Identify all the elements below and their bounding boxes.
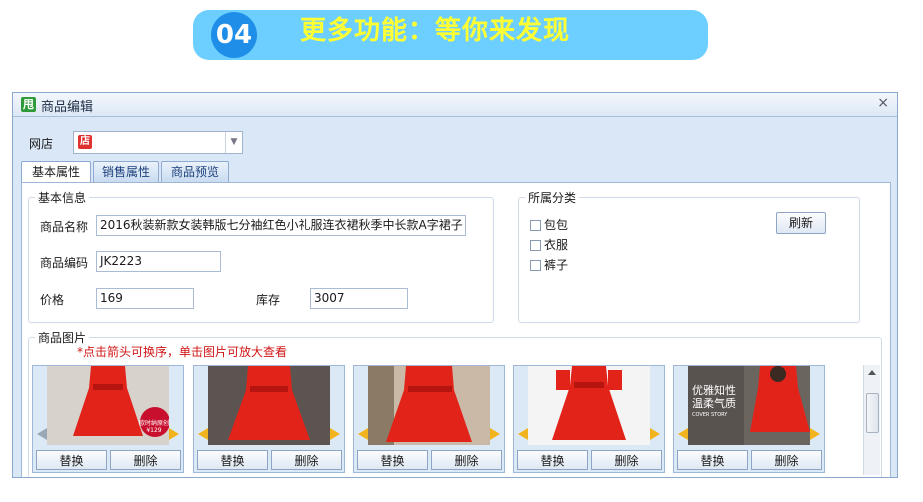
category-item-clothes[interactable]: 衣服 <box>530 236 568 253</box>
move-right-icon[interactable] <box>169 428 179 440</box>
move-right-icon[interactable] <box>330 428 340 440</box>
app-icon: 甩 <box>21 97 36 112</box>
photo-badge-text: 欧时纳原创 ¥129 <box>139 420 170 434</box>
replace-button[interactable]: 替换 <box>357 450 428 470</box>
replace-button[interactable]: 替换 <box>677 450 748 470</box>
shop-icon: 店 <box>78 135 92 149</box>
move-left-icon[interactable] <box>37 428 47 440</box>
banner-number-badge: 04 <box>211 12 257 58</box>
checkbox[interactable] <box>530 220 541 231</box>
shop-label: 网店 <box>29 137 54 151</box>
window-title: 商品编辑 <box>41 100 94 115</box>
image-thumb-3: 替换 删除 <box>353 365 505 473</box>
chevron-down-icon[interactable]: ▼ <box>225 132 242 153</box>
category-group: 所属分类 <box>518 189 860 323</box>
replace-button[interactable]: 替换 <box>197 450 268 470</box>
delete-button[interactable]: 删除 <box>431 450 502 470</box>
basic-info-legend: 基本信息 <box>38 191 87 205</box>
scroll-up-icon[interactable] <box>868 370 876 375</box>
photo-caption: 优雅知性 温柔气质 <box>692 384 736 410</box>
scrollbar-thumb[interactable] <box>866 393 879 433</box>
replace-button[interactable]: 替换 <box>517 450 588 470</box>
image-thumb-2: 替换 删除 <box>193 365 345 473</box>
refresh-button[interactable]: 刷新 <box>776 212 826 234</box>
promo-banner: 04 更多功能：等你来发现 <box>193 10 708 60</box>
checkbox[interactable] <box>530 260 541 271</box>
code-label: 商品编码 <box>40 256 89 270</box>
product-photo[interactable] <box>208 366 330 445</box>
images-scrollbar[interactable] <box>863 365 880 475</box>
price-input[interactable]: 169 <box>96 288 194 309</box>
delete-button[interactable]: 删除 <box>271 450 342 470</box>
delete-button[interactable]: 删除 <box>591 450 662 470</box>
image-thumb-4: 替换 删除 <box>513 365 665 473</box>
move-right-icon[interactable] <box>490 428 500 440</box>
shop-select[interactable]: 店 ▼ <box>73 131 243 154</box>
checkbox[interactable] <box>530 240 541 251</box>
move-left-icon[interactable] <box>358 428 368 440</box>
move-right-icon[interactable] <box>810 428 820 440</box>
product-edit-window: 甩 商品编辑 × 网店 店 ▼ 基本属性 销售属性 商品预览 基本信息 商品名称… <box>12 92 898 478</box>
banner-title: 更多功能：等你来发现 <box>300 16 571 46</box>
product-photo[interactable] <box>528 366 650 445</box>
price-label: 价格 <box>40 293 65 307</box>
stock-label: 库存 <box>256 293 281 307</box>
move-left-icon[interactable] <box>678 428 688 440</box>
image-thumb-1: 欧时纳原创 ¥129 替换 删除 <box>32 365 184 473</box>
delete-button[interactable]: 删除 <box>751 450 822 470</box>
product-photo[interactable] <box>368 366 490 445</box>
category-label: 裤子 <box>544 258 569 272</box>
tab-product-preview[interactable]: 商品预览 <box>161 161 229 182</box>
move-left-icon[interactable] <box>518 428 528 440</box>
move-left-icon[interactable] <box>198 428 208 440</box>
product-code-input[interactable]: JK2223 <box>96 251 221 272</box>
category-legend: 所属分类 <box>528 191 577 205</box>
images-hint: *点击箭头可换序，单击图片可放大查看 <box>77 345 288 359</box>
category-label: 包包 <box>544 218 569 232</box>
delete-button[interactable]: 删除 <box>110 450 181 470</box>
replace-button[interactable]: 替换 <box>36 450 107 470</box>
photo-caption-sub: COVER STORY <box>692 412 728 418</box>
window-titlebar: 甩 商品编辑 × <box>13 93 897 117</box>
close-icon[interactable]: × <box>877 95 889 111</box>
image-thumb-5: 优雅知性 温柔气质 COVER STORY 替换 删除 <box>673 365 825 473</box>
category-item-bags[interactable]: 包包 <box>530 216 568 233</box>
category-label: 衣服 <box>544 238 569 252</box>
category-item-pants[interactable]: 裤子 <box>530 256 568 273</box>
product-name-input[interactable]: 2016秋装新款女装韩版七分袖红色小礼服连衣裙秋季中长款A字裙子 <box>96 215 466 236</box>
name-label: 商品名称 <box>40 220 89 234</box>
stock-input[interactable]: 3007 <box>310 288 408 309</box>
tab-sales-attributes[interactable]: 销售属性 <box>93 161 159 182</box>
tab-basic-attributes[interactable]: 基本属性 <box>21 161 91 183</box>
move-right-icon[interactable] <box>650 428 660 440</box>
